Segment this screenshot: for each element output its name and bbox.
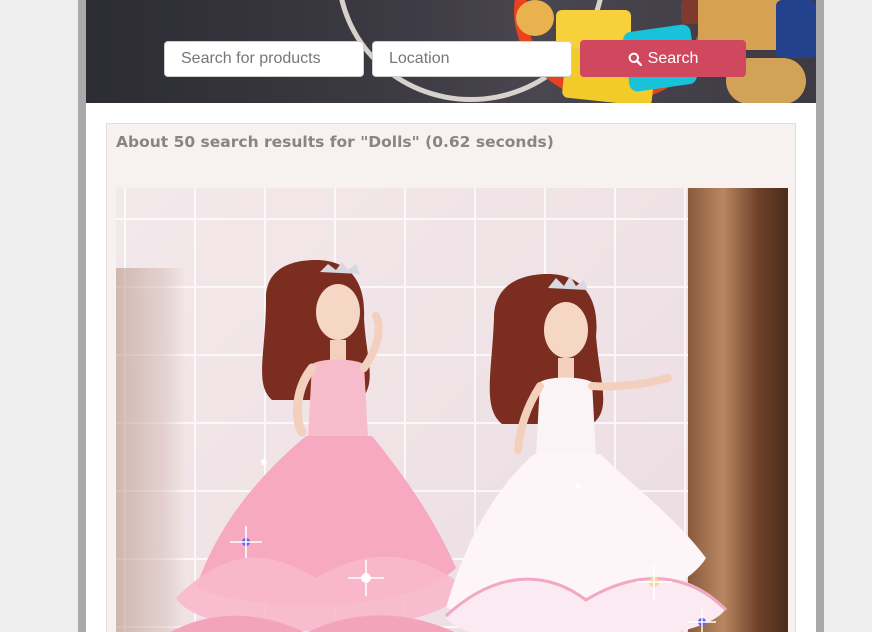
pink-doll	[170, 260, 466, 632]
page-container: Search About 50 search results for "Doll…	[78, 0, 824, 632]
product-image[interactable]	[116, 188, 788, 632]
search-icon	[628, 52, 642, 66]
banner-decoration	[516, 0, 554, 36]
doll-illustration	[170, 260, 728, 632]
white-doll	[444, 274, 728, 632]
results-summary: About 50 search results for "Dolls" (0.6…	[116, 133, 554, 151]
hero-banner: Search	[86, 0, 816, 103]
search-button[interactable]: Search	[580, 40, 746, 77]
results-panel: About 50 search results for "Dolls" (0.6…	[106, 123, 796, 632]
banner-decoration	[776, 0, 816, 58]
product-search-input[interactable]	[164, 41, 364, 77]
location-input[interactable]	[372, 41, 572, 77]
search-button-label: Search	[647, 49, 699, 67]
